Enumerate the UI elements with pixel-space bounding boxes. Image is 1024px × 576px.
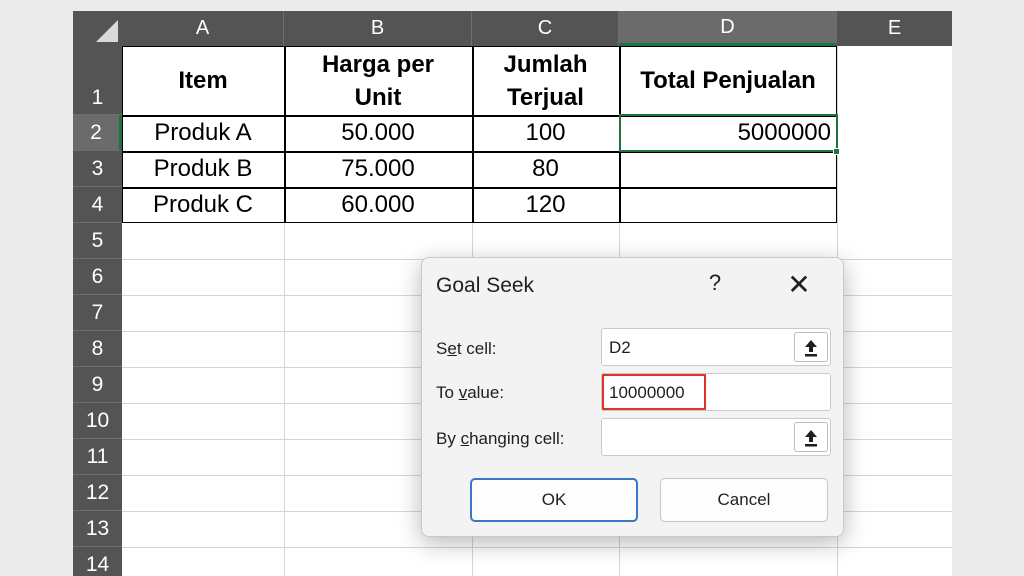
cell-b2[interactable]: 50.000	[284, 115, 472, 151]
grid-line	[122, 547, 952, 548]
row-header-11[interactable]: 11	[73, 439, 122, 475]
cell-a2[interactable]: Produk A	[122, 115, 284, 151]
row-header-3[interactable]: 3	[73, 151, 122, 187]
goal-seek-dialog: Goal Seek ? ✕ Set cell: D2 To value: 100…	[421, 257, 844, 537]
set-cell-label: Set cell:	[436, 339, 497, 358]
dialog-title: Goal Seek	[436, 274, 535, 297]
column-header-b[interactable]: B	[284, 11, 472, 46]
row-header-8[interactable]: 8	[73, 331, 122, 367]
cell-b1[interactable]: Harga per Unit	[284, 46, 472, 115]
to-value-field[interactable]: 10000000	[601, 373, 831, 411]
changing-cell-field[interactable]	[601, 418, 831, 456]
row-header-5[interactable]: 5	[73, 223, 122, 259]
select-all-button[interactable]	[73, 11, 122, 46]
row-header-9[interactable]: 9	[73, 367, 122, 403]
column-header-e[interactable]: E	[837, 11, 952, 46]
row-header-6[interactable]: 6	[73, 259, 122, 295]
to-value-text: 10000000	[609, 383, 685, 402]
upload-arrow-icon	[805, 340, 817, 357]
changing-cell-label: By changing cell:	[436, 429, 565, 448]
cell-c4[interactable]: 120	[472, 187, 619, 223]
column-header-a[interactable]: A	[122, 11, 284, 46]
help-button[interactable]: ?	[702, 270, 728, 296]
select-all-icon	[96, 20, 118, 42]
cell-c1[interactable]: Jumlah Terjual	[472, 46, 619, 115]
row-header-2[interactable]: 2	[73, 115, 122, 151]
cell-c2[interactable]: 100	[472, 115, 619, 151]
cell-d3[interactable]	[619, 151, 837, 187]
row-header-4[interactable]: 4	[73, 187, 122, 223]
row-header-12[interactable]: 12	[73, 475, 122, 511]
cell-c3[interactable]: 80	[472, 151, 619, 187]
cell-b4[interactable]: 60.000	[284, 187, 472, 223]
row-header-10[interactable]: 10	[73, 403, 122, 439]
set-cell-field[interactable]: D2	[601, 328, 831, 366]
close-button[interactable]: ✕	[784, 268, 814, 301]
row-header-1[interactable]: 1	[73, 46, 122, 115]
cell-d1[interactable]: Total Penjualan	[619, 46, 837, 115]
column-header-c[interactable]: C	[472, 11, 619, 46]
cell-a1[interactable]: Item	[122, 46, 284, 115]
ok-button[interactable]: OK	[470, 478, 638, 522]
row-header-7[interactable]: 7	[73, 295, 122, 331]
cell-a3[interactable]: Produk B	[122, 151, 284, 187]
row-header-13[interactable]: 13	[73, 511, 122, 547]
cell-b3[interactable]: 75.000	[284, 151, 472, 187]
active-cell-outline	[619, 114, 838, 152]
collapse-dialog-button[interactable]	[794, 332, 828, 362]
cell-d4[interactable]	[619, 187, 837, 223]
collapse-dialog-button[interactable]	[794, 422, 828, 452]
upload-arrow-icon	[805, 430, 817, 447]
fill-handle[interactable]	[833, 148, 840, 155]
column-header-d[interactable]: D	[619, 11, 837, 46]
cell-a4[interactable]: Produk C	[122, 187, 284, 223]
set-cell-value: D2	[609, 338, 631, 357]
row-header-14[interactable]: 14	[73, 547, 122, 576]
to-value-label: To value:	[436, 383, 505, 402]
cancel-button[interactable]: Cancel	[660, 478, 828, 522]
